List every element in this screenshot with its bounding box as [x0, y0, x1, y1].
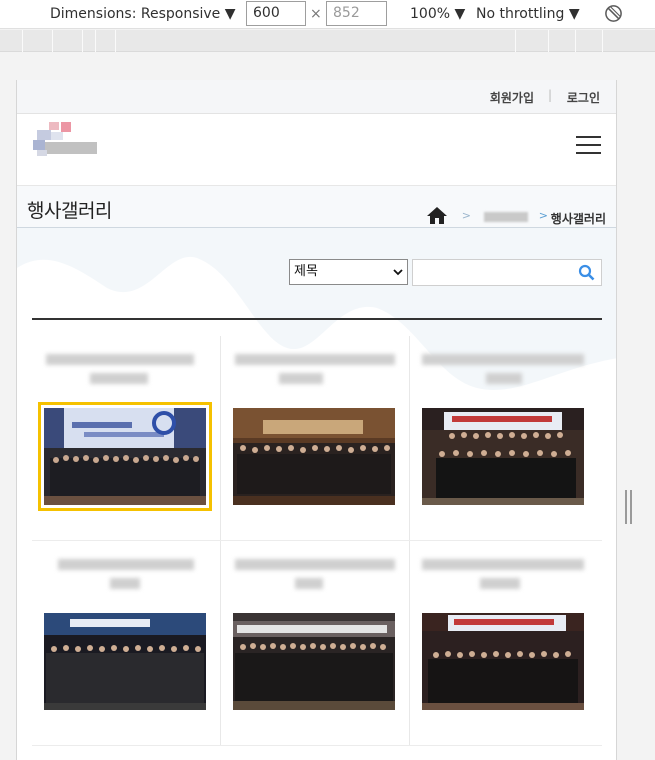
- gallery-item-title-blurred[interactable]: [235, 354, 395, 365]
- gallery-item-title-blurred[interactable]: [480, 578, 520, 589]
- site-logo[interactable]: [31, 120, 99, 160]
- rotate-icon[interactable]: [604, 4, 623, 23]
- media-query-ruler: [0, 30, 655, 52]
- utility-bar: 회원가입 | 로그인: [17, 80, 616, 114]
- gallery-item-title-blurred[interactable]: [58, 559, 194, 570]
- zoom-dropdown[interactable]: 100% ▼: [410, 5, 465, 23]
- list-divider: [32, 318, 602, 320]
- gallery-item-title-blurred[interactable]: [46, 354, 194, 365]
- viewport-height-input[interactable]: 852: [326, 1, 387, 26]
- devtools-device-toolbar: Dimensions: Responsive ▼ 600 × 852 100% …: [0, 0, 655, 29]
- search-field-select[interactable]: 제목: [289, 259, 408, 285]
- event-photo: [422, 408, 584, 505]
- gallery-item-title-blurred[interactable]: [235, 559, 395, 570]
- breadcrumb-arrow: >: [461, 209, 471, 222]
- throttling-dropdown[interactable]: No throttling ▼: [476, 5, 580, 23]
- gallery-item-title-blurred[interactable]: [422, 559, 584, 570]
- breadcrumb-parent-blurred[interactable]: [484, 212, 528, 222]
- event-photo: [233, 613, 395, 710]
- search-field-value: 제목: [294, 264, 318, 279]
- gallery-item[interactable]: [410, 541, 599, 745]
- gallery-item-title-blurred[interactable]: [110, 578, 140, 589]
- home-icon[interactable]: [426, 206, 448, 225]
- gallery-item-title-blurred[interactable]: [279, 373, 323, 384]
- search-icon[interactable]: [578, 264, 595, 281]
- event-photo: [44, 613, 206, 710]
- gallery-thumbnail[interactable]: [422, 613, 584, 710]
- gallery-thumbnail[interactable]: [233, 408, 395, 505]
- page-title: 행사갤러리: [27, 200, 112, 222]
- gallery-thumbnail[interactable]: [44, 613, 206, 710]
- gallery-item[interactable]: [32, 336, 221, 540]
- gallery-item[interactable]: [221, 336, 410, 540]
- dimensions-dropdown[interactable]: Dimensions: Responsive ▼: [50, 5, 236, 23]
- gallery-item-title-blurred[interactable]: [90, 373, 148, 384]
- gallery-thumbnail[interactable]: [233, 613, 395, 710]
- site-header: [17, 114, 616, 186]
- viewport-resize-handle[interactable]: [625, 490, 633, 524]
- event-photo: [233, 408, 395, 505]
- event-photo: [422, 613, 584, 710]
- row-separator: [32, 745, 602, 746]
- login-link[interactable]: 로그인: [567, 89, 600, 106]
- gallery-item-title-blurred[interactable]: [422, 354, 584, 365]
- chevron-down-icon: [393, 269, 403, 276]
- dimension-times-sign: ×: [310, 6, 322, 22]
- search-row: 제목: [289, 259, 603, 287]
- breadcrumb-current: 행사갤러리: [550, 212, 606, 226]
- gallery-item-title-blurred[interactable]: [295, 578, 323, 589]
- menu-hamburger-icon[interactable]: [576, 136, 601, 154]
- page-title-band: 행사갤러리 > > 행사갤러리: [17, 186, 616, 228]
- breadcrumb-arrow: >: [538, 209, 548, 222]
- utility-separator: |: [547, 88, 552, 102]
- gallery-item-title-blurred[interactable]: [486, 373, 522, 384]
- event-photo: [44, 408, 206, 505]
- search-input[interactable]: [412, 259, 602, 286]
- gallery-item[interactable]: [32, 541, 221, 745]
- gallery-thumbnail[interactable]: [422, 408, 584, 505]
- gallery-thumbnail[interactable]: [38, 402, 212, 511]
- device-viewport: 회원가입 | 로그인 행사갤러리 > > 행사갤러리 제목: [16, 80, 617, 760]
- gallery-item[interactable]: [410, 336, 599, 540]
- viewport-width-input[interactable]: 600: [246, 1, 306, 26]
- gallery-item[interactable]: [221, 541, 410, 745]
- join-link[interactable]: 회원가입: [490, 89, 534, 106]
